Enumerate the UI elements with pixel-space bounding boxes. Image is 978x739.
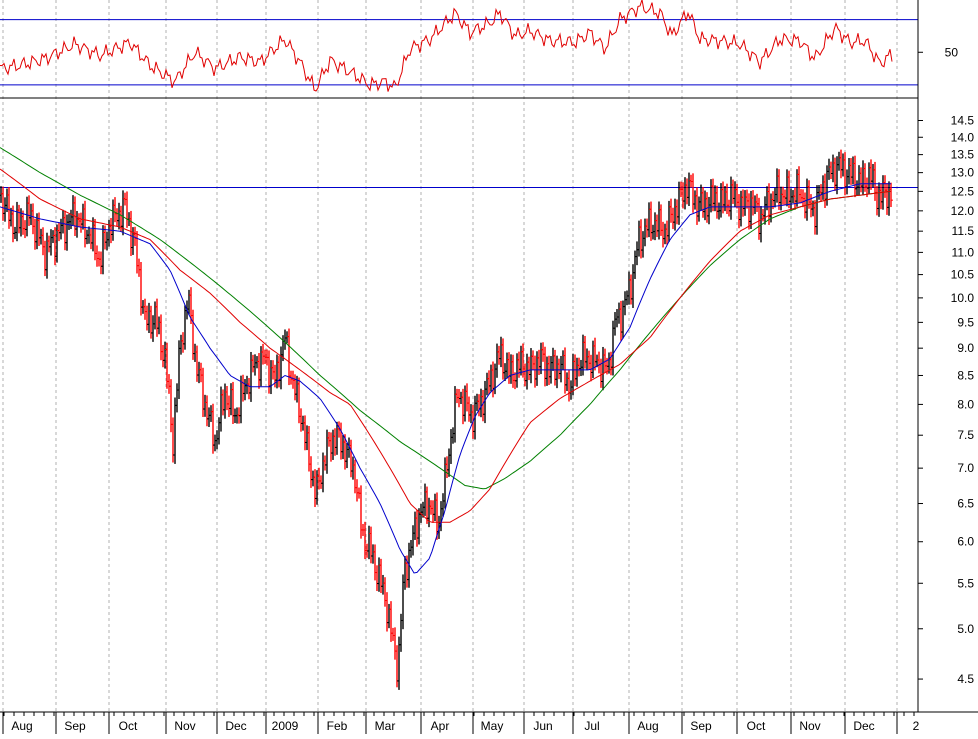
price-y-tick-label: 7.5 — [957, 428, 974, 442]
price-y-tick-label: 13.0 — [951, 166, 975, 180]
price-y-tick-label: 5.0 — [957, 622, 974, 636]
price-y-tick-label: 10.5 — [951, 268, 975, 282]
x-tick-label: Feb — [327, 719, 348, 733]
rsi-indicator-panel — [0, 0, 918, 92]
price-panel — [0, 147, 918, 690]
price-y-tick-label: 12.0 — [951, 204, 975, 218]
x-tick-label: Sep — [64, 719, 86, 733]
x-tick-label: Mar — [375, 719, 396, 733]
chart-canvas: 50 4.5 5.0 5.5 6.0 6.5 7.0 7.5 8.0 8.5 9.0 9.5 10.0 1… — [0, 0, 978, 734]
x-tick-label: Nov — [799, 719, 820, 733]
x-tick-label: Dec — [225, 719, 246, 733]
price-y-tick-label: 11.0 — [952, 245, 975, 259]
x-tick-label: Jun — [533, 719, 552, 733]
x-tick-label: Oct — [747, 719, 766, 733]
price-y-tick-label: 9.0 — [957, 341, 974, 355]
vertical-gridlines — [2, 0, 898, 712]
x-tick-label: Nov — [174, 719, 195, 733]
price-y-tick-label: 8.5 — [957, 368, 974, 382]
price-y-tick-label: 13.5 — [951, 148, 975, 162]
x-tick-label: May — [481, 719, 504, 733]
price-y-tick-label: 6.5 — [957, 497, 974, 511]
price-y-tick-label: 9.5 — [957, 315, 974, 329]
rsi-y-tick-label: 50 — [945, 45, 959, 59]
x-tick-label: 2 — [913, 719, 920, 733]
price-y-tick-label: 4.5 — [957, 672, 974, 686]
price-y-tick-label: 12.5 — [951, 184, 975, 198]
x-tick-label: Dec — [853, 719, 874, 733]
x-tick-label: Aug — [637, 719, 658, 733]
stock-chart: 50 4.5 5.0 5.5 6.0 6.5 7.0 7.5 8.0 8.5 9.0 9.5 10.0 1… — [0, 0, 978, 734]
price-y-tick-label: 11.5 — [952, 224, 975, 238]
x-tick-label: Sep — [690, 719, 712, 733]
x-tick-label: Jul — [584, 719, 599, 733]
price-y-tick-label: 10.0 — [951, 291, 975, 305]
x-tick-label: Aug — [11, 719, 32, 733]
x-tick-label: 2009 — [272, 719, 299, 733]
price-y-tick-label: 5.5 — [957, 576, 974, 590]
price-y-tick-label: 7.0 — [957, 461, 974, 475]
price-y-tick-label: 14.0 — [951, 130, 975, 144]
price-y-tick-label: 14.5 — [951, 114, 975, 128]
x-tick-label: Oct — [119, 719, 138, 733]
rsi-line — [0, 0, 893, 92]
price-y-tick-label: 6.0 — [957, 535, 974, 549]
x-tick-label: Apr — [431, 719, 450, 733]
price-y-tick-label: 8.0 — [957, 397, 974, 411]
axes: 50 4.5 5.0 5.5 6.0 6.5 7.0 7.5 8.0 8.5 9.0 9.5 10.0 1… — [0, 0, 978, 734]
